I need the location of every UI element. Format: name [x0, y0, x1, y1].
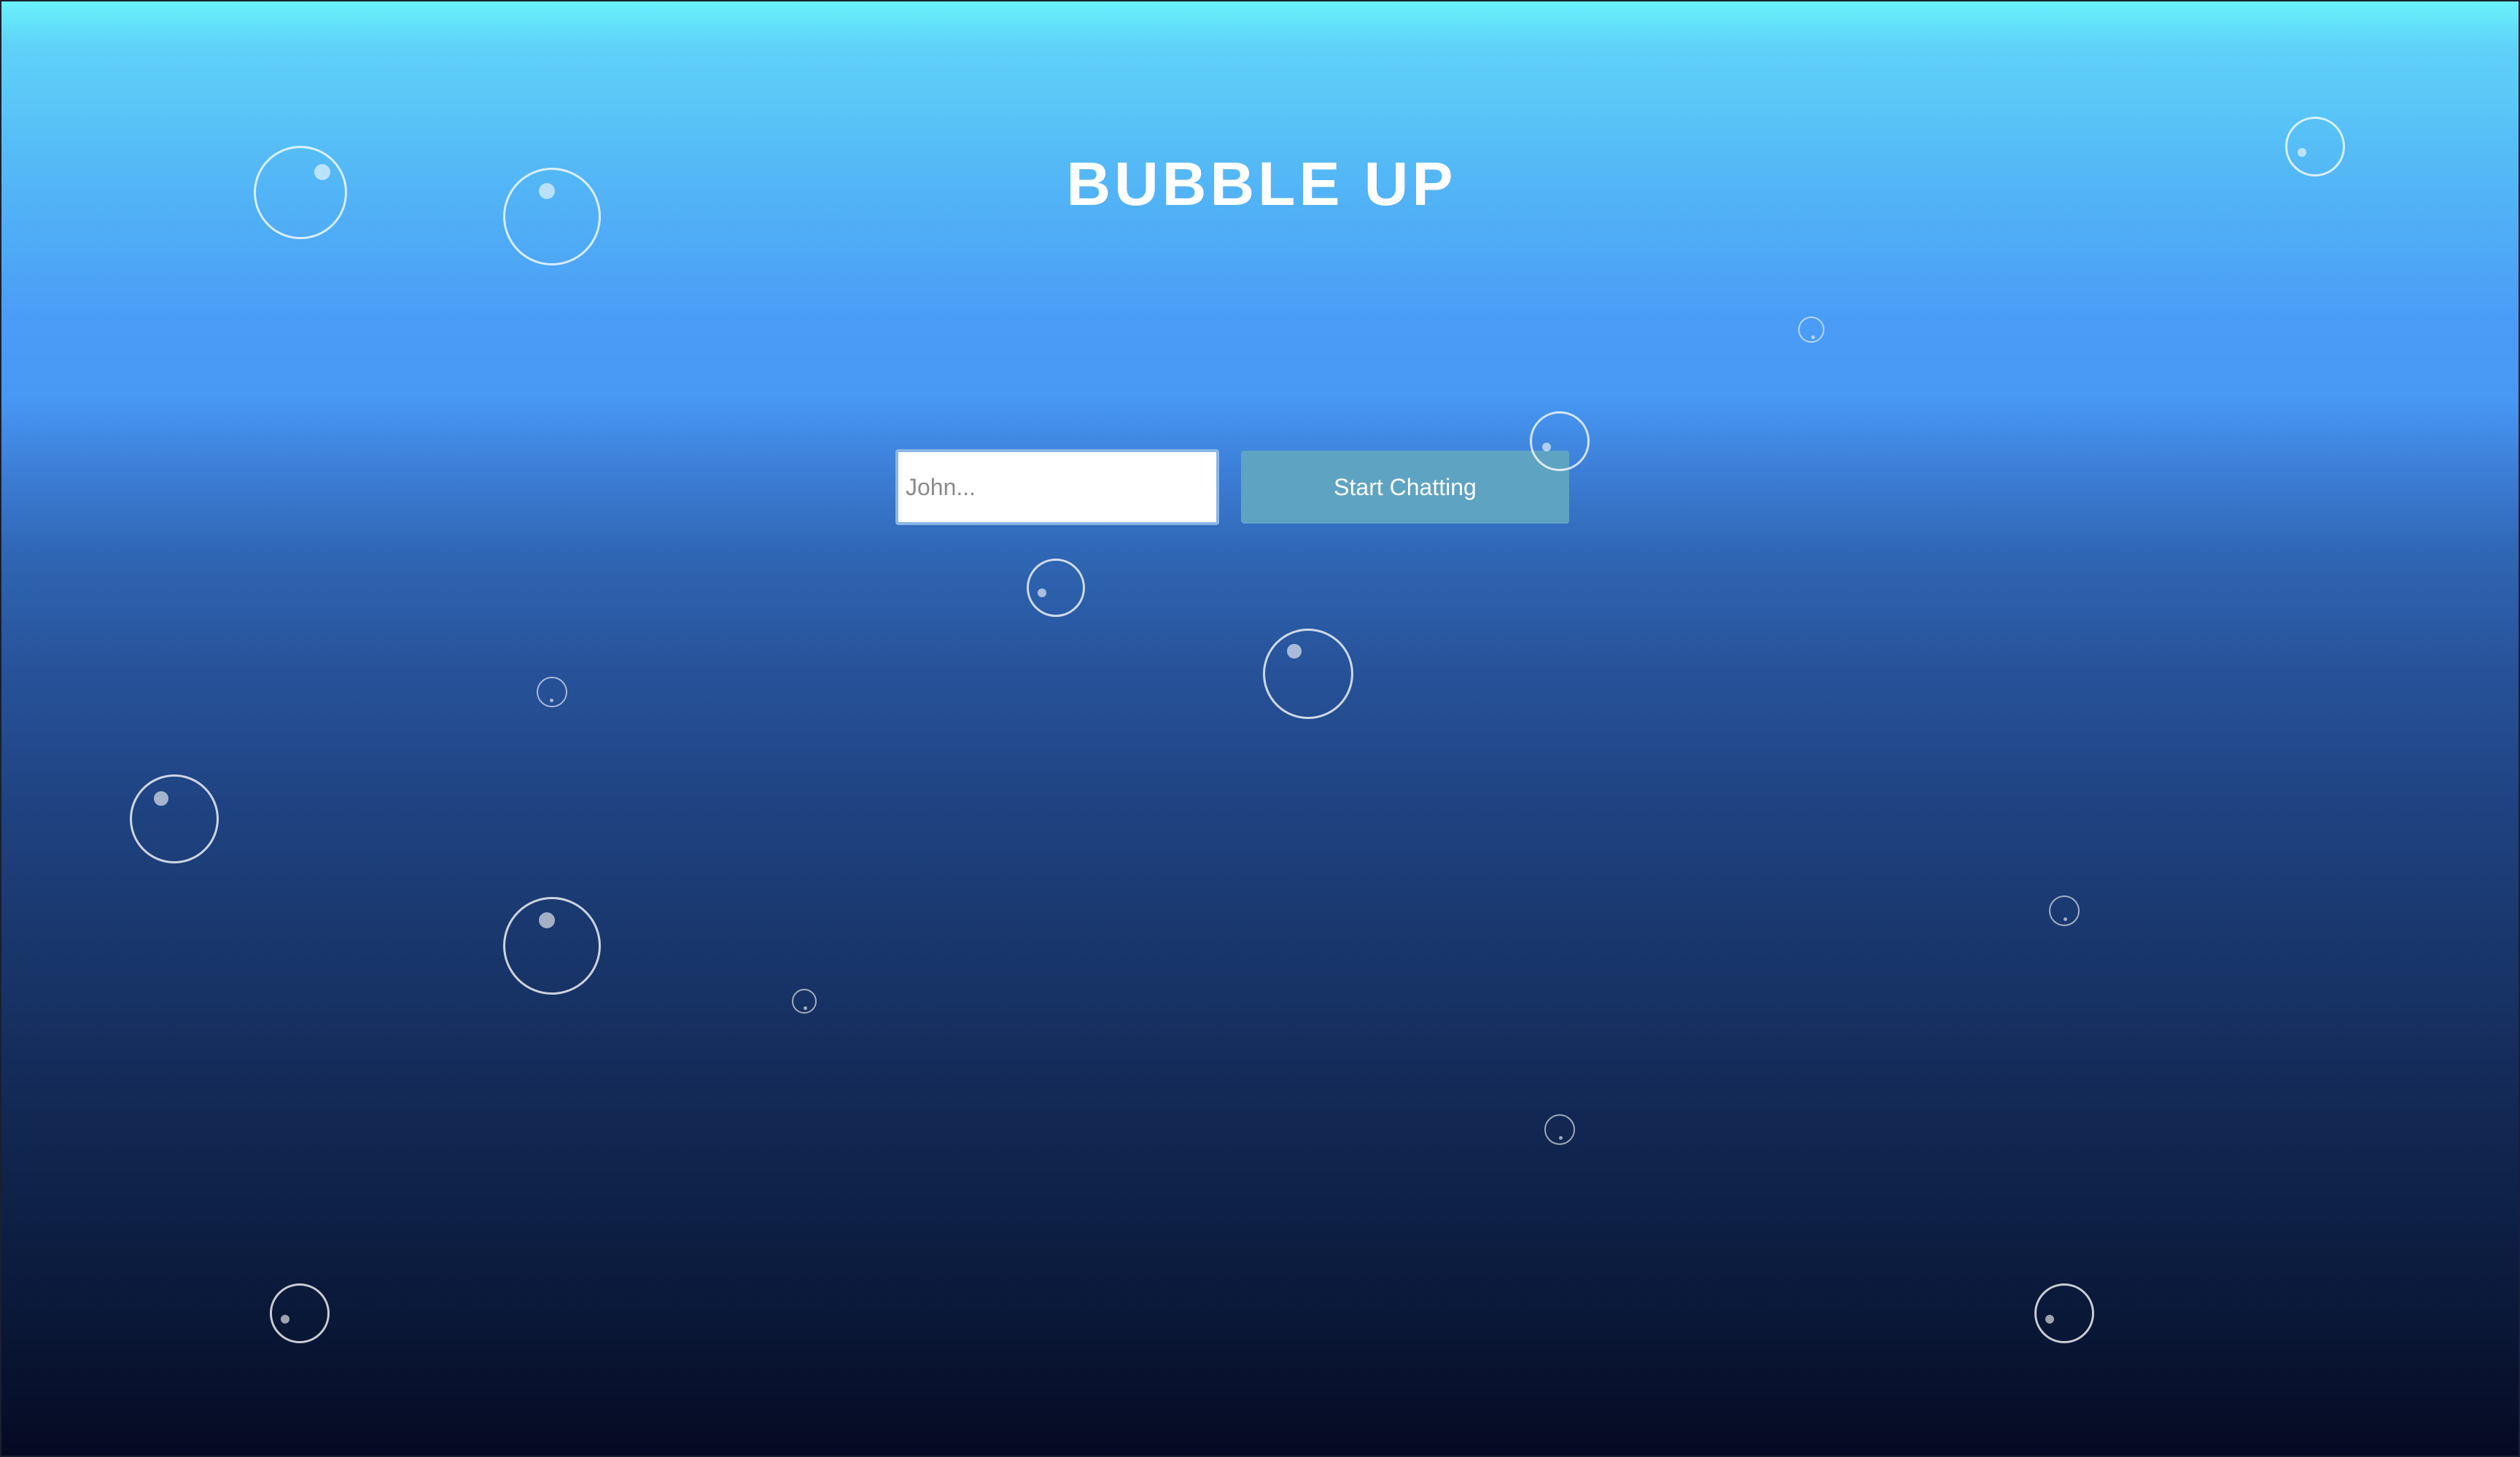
bubble-icon — [1027, 559, 1085, 617]
bubble-icon — [503, 897, 601, 995]
name-input[interactable] — [895, 449, 1219, 525]
bubble-icon — [2285, 117, 2345, 176]
bubble-icon — [1530, 411, 1590, 471]
start-chatting-button[interactable]: Start Chatting — [1241, 451, 1569, 524]
bubble-icon — [254, 146, 347, 239]
ocean-background: BUBBLE UP Start Chatting — [0, 0, 2520, 1457]
bubble-icon — [792, 989, 817, 1014]
bubble-icon — [503, 168, 601, 265]
app-title: BUBBLE UP — [1066, 149, 1457, 218]
bubble-icon — [1544, 1114, 1575, 1145]
bubble-icon — [2034, 1283, 2094, 1343]
bubble-icon — [130, 774, 219, 863]
bubble-icon — [2049, 895, 2080, 926]
bubble-icon — [537, 677, 567, 707]
bubble-icon — [270, 1283, 330, 1343]
bubble-icon — [1798, 316, 1824, 343]
bubble-icon — [1263, 629, 1353, 719]
